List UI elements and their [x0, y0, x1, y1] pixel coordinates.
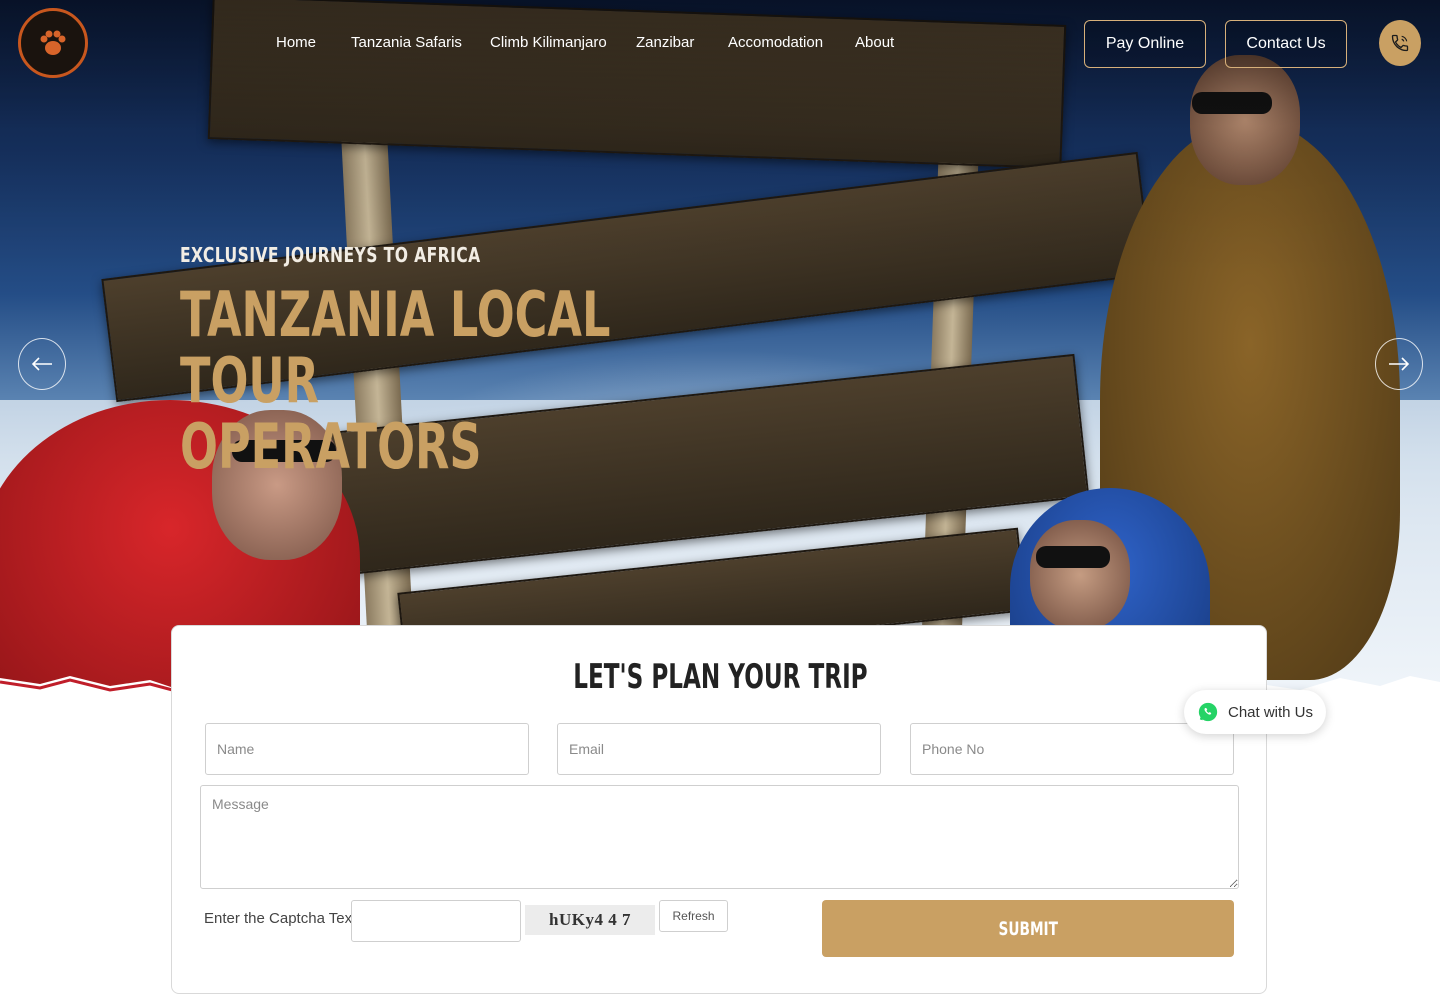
whatsapp-icon	[1198, 702, 1218, 722]
nav-accomodation[interactable]: Accomodation	[728, 34, 823, 51]
nav-tanzania-safaris[interactable]: Tanzania Safaris	[351, 34, 462, 51]
pay-online-button[interactable]: Pay Online	[1084, 20, 1206, 68]
hero-title: TANZANIA LOCAL TOUR OPERATORS	[180, 278, 611, 483]
logo[interactable]	[18, 8, 88, 78]
captcha-image: hUKy4 4 7	[525, 905, 655, 935]
hero-subtitle: EXCLUSIVE JOURNEYS TO AFRICA	[180, 243, 481, 267]
captcha-input[interactable]	[351, 900, 521, 942]
phone-field[interactable]	[910, 723, 1234, 775]
phone-icon	[1391, 34, 1409, 52]
nav-home[interactable]: Home	[276, 34, 316, 51]
arrow-left-icon	[31, 357, 52, 371]
message-field[interactable]	[200, 785, 1239, 889]
arrow-right-icon	[1389, 357, 1410, 371]
nav-about[interactable]: About	[855, 34, 894, 51]
nav-climb-kilimanjaro[interactable]: Climb Kilimanjaro	[490, 34, 607, 51]
paw-logo-icon	[40, 30, 66, 55]
slider-next-button[interactable]	[1375, 338, 1423, 390]
captcha-refresh-button[interactable]: Refresh	[659, 900, 728, 932]
phone-button[interactable]	[1379, 20, 1421, 66]
contact-us-button[interactable]: Contact Us	[1225, 20, 1347, 68]
name-field[interactable]	[205, 723, 529, 775]
chat-label: Chat with Us	[1227, 703, 1314, 721]
captcha-label: Enter the Captcha Text:	[204, 910, 361, 927]
slider-prev-button[interactable]	[18, 338, 66, 390]
submit-button[interactable]: SUBMIT	[822, 900, 1234, 957]
chat-with-us-button[interactable]: Chat with Us	[1184, 690, 1326, 734]
nav-zanzibar[interactable]: Zanzibar	[636, 34, 694, 51]
email-field[interactable]	[557, 723, 881, 775]
